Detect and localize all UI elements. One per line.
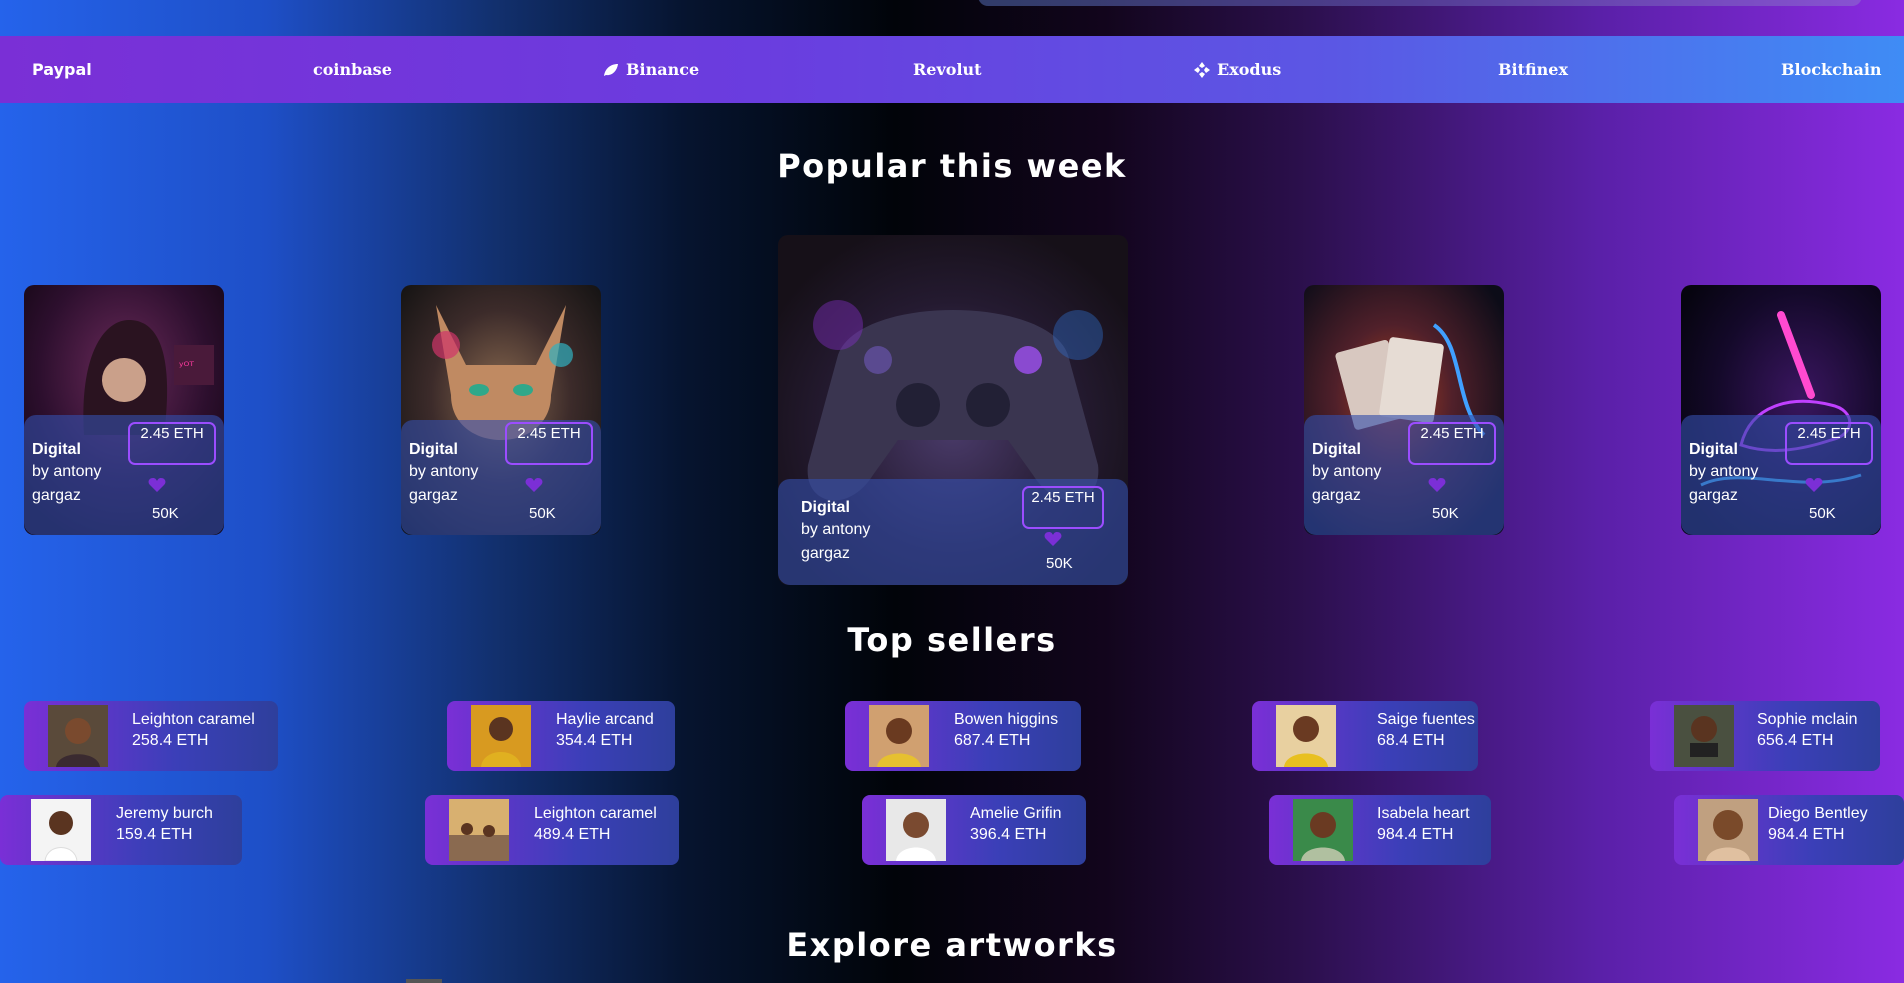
- seller-name: Sophie mclain: [1757, 711, 1858, 728]
- seller-eth: 354.4 ETH: [556, 732, 633, 749]
- horizontal-scrollbar[interactable]: [406, 979, 442, 983]
- seller-card[interactable]: Isabela heart 984.4 ETH: [1269, 795, 1491, 865]
- seller-card[interactable]: Jeremy burch 159.4 ETH: [0, 795, 242, 865]
- seller-eth: 68.4 ETH: [1377, 732, 1445, 749]
- avatar: [471, 705, 531, 767]
- exodus-icon: [1194, 61, 1210, 78]
- partner-label: Blockchain: [1781, 60, 1882, 79]
- partner-blockchain[interactable]: Blockchain: [1781, 36, 1882, 103]
- seller-name: Saige fuentes: [1377, 711, 1475, 728]
- avatar: [48, 705, 108, 767]
- seller-name: Jeremy burch: [116, 805, 213, 822]
- card-title: Digital: [801, 499, 850, 516]
- price-badge: 2.45 ETH: [1785, 422, 1873, 465]
- likes-count: 50K: [1809, 505, 1836, 522]
- nft-card[interactable]: Digital by antony gargaz 2.45 ETH 50K: [401, 285, 601, 535]
- seller-card[interactable]: Saige fuentes 68.4 ETH: [1252, 701, 1478, 771]
- card-info: Digital by antony gargaz 2.45 ETH 50K: [24, 415, 224, 535]
- seller-name: Bowen higgins: [954, 711, 1059, 728]
- seller-card[interactable]: Amelie Grifin 396.4 ETH: [862, 795, 1086, 865]
- seller-eth: 396.4 ETH: [970, 826, 1047, 843]
- seller-card[interactable]: Bowen higgins 687.4 ETH: [845, 701, 1081, 771]
- nft-card[interactable]: Digital by antony gargaz 2.45 ETH 50K: [1304, 285, 1504, 535]
- svg-text:ʸᴼᵀ: ʸᴼᵀ: [179, 359, 194, 373]
- avatar: [1698, 799, 1758, 861]
- leaf-icon: [604, 63, 618, 76]
- seller-name: Amelie Grifin: [970, 805, 1062, 822]
- card-author: by antony gargaz: [409, 463, 479, 504]
- avatar: [869, 705, 929, 767]
- price-badge: 2.45 ETH: [505, 422, 593, 465]
- price-badge: 2.45 ETH: [1408, 422, 1496, 465]
- seller-card[interactable]: Sophie mclain 656.4 ETH: [1650, 701, 1880, 771]
- card-title: Digital: [32, 441, 81, 458]
- partner-bitfinex[interactable]: Bitfinex: [1498, 36, 1568, 103]
- partner-label: Paypal: [32, 60, 92, 79]
- likes-count: 50K: [152, 505, 179, 522]
- card-info: Digital by antony gargaz 2.45 ETH 50K: [401, 420, 601, 535]
- card-author: by antony gargaz: [801, 521, 871, 562]
- nft-card[interactable]: Digital by antony gargaz 2.45 ETH 50K: [1681, 285, 1881, 535]
- partner-exodus[interactable]: Exodus: [1194, 36, 1281, 103]
- partner-coinbase[interactable]: coinbase: [313, 36, 392, 103]
- partner-label: Binance: [626, 60, 700, 79]
- card-info: Digital by antony gargaz 2.45 ETH 50K: [1304, 415, 1504, 535]
- seller-name: Haylie arcand: [556, 711, 654, 728]
- seller-card[interactable]: Haylie arcand 354.4 ETH: [447, 701, 675, 771]
- seller-eth: 984.4 ETH: [1377, 826, 1454, 843]
- partner-label: Bitfinex: [1498, 60, 1568, 79]
- popular-title: Popular this week: [777, 147, 1127, 185]
- avatar: [886, 799, 946, 861]
- seller-eth: 489.4 ETH: [534, 826, 611, 843]
- avatar: [1276, 705, 1336, 767]
- seller-eth: 159.4 ETH: [116, 826, 193, 843]
- likes-count: 50K: [1432, 505, 1459, 522]
- seller-card[interactable]: Diego Bentley 984.4 ETH: [1674, 795, 1904, 865]
- seller-name: Isabela heart: [1377, 805, 1470, 822]
- top-sellers-title: Top sellers: [847, 621, 1057, 659]
- seller-card[interactable]: Leighton caramel 258.4 ETH: [24, 701, 278, 771]
- nft-card-featured[interactable]: Digital by antony gargaz 2.45 ETH 50K: [778, 235, 1128, 585]
- seller-name: Leighton caramel: [534, 805, 657, 822]
- card-author: by antony gargaz: [1689, 463, 1759, 504]
- likes-count: 50K: [1046, 555, 1073, 572]
- partner-binance[interactable]: Binance: [603, 36, 699, 103]
- partner-revolut[interactable]: Revolut: [913, 36, 982, 103]
- likes-count: 50K: [529, 505, 556, 522]
- nft-card[interactable]: ʸᴼᵀ Digital by antony gargaz 2.45 ETH 50…: [24, 285, 224, 535]
- card-author: by antony gargaz: [1312, 463, 1382, 504]
- avatar: [1674, 705, 1734, 767]
- card-title: Digital: [409, 441, 458, 458]
- partner-label: Revolut: [913, 60, 982, 79]
- partner-label: coinbase: [313, 60, 392, 79]
- seller-eth: 984.4 ETH: [1768, 826, 1845, 843]
- search-bar[interactable]: [978, 0, 1862, 6]
- card-info: Digital by antony gargaz 2.45 ETH 50K: [778, 479, 1128, 585]
- card-title: Digital: [1689, 441, 1738, 458]
- avatar: [1293, 799, 1353, 861]
- partner-strip: Paypal coinbase Binance Revolut Exodus B…: [0, 36, 1904, 103]
- price-badge: 2.45 ETH: [128, 422, 216, 465]
- heart-icon[interactable]: [525, 477, 543, 493]
- seller-eth: 656.4 ETH: [1757, 732, 1834, 749]
- seller-name: Leighton caramel: [132, 711, 255, 728]
- explore-title: Explore artworks: [786, 926, 1118, 964]
- avatar: [31, 799, 91, 861]
- partner-paypal[interactable]: Paypal: [32, 36, 92, 103]
- seller-name: Diego Bentley: [1768, 805, 1868, 822]
- partner-label: Exodus: [1217, 60, 1282, 79]
- card-author: by antony gargaz: [32, 463, 102, 504]
- avatar: [449, 799, 509, 861]
- heart-icon[interactable]: [1805, 477, 1823, 493]
- heart-icon[interactable]: [1044, 531, 1062, 547]
- seller-card[interactable]: Leighton caramel 489.4 ETH: [425, 795, 679, 865]
- heart-icon[interactable]: [148, 477, 166, 493]
- card-info: Digital by antony gargaz 2.45 ETH 50K: [1681, 415, 1881, 535]
- seller-eth: 687.4 ETH: [954, 732, 1031, 749]
- card-title: Digital: [1312, 441, 1361, 458]
- price-badge: 2.45 ETH: [1022, 486, 1104, 529]
- heart-icon[interactable]: [1428, 477, 1446, 493]
- seller-eth: 258.4 ETH: [132, 732, 209, 749]
